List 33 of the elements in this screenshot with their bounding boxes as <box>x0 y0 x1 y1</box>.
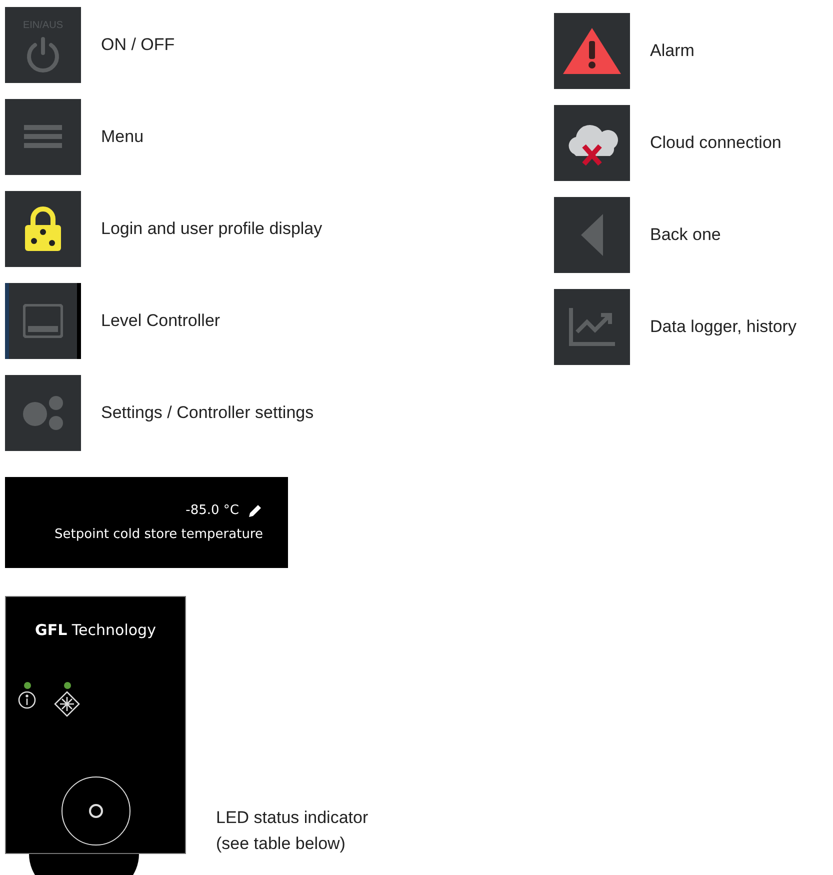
setpoint-display[interactable]: -85.0 °C Setpoint cold store temperature <box>5 477 288 568</box>
icon-description: Settings / Controller settings <box>101 402 314 424</box>
brand-logo: GFL Technology <box>35 620 156 641</box>
icon-description: Menu <box>101 126 144 148</box>
ring-button-icon <box>60 774 132 846</box>
icon-description: ON / OFF <box>101 34 175 56</box>
icon-tile[interactable] <box>5 283 81 359</box>
caption-line: (see table below) <box>216 832 346 854</box>
icon-description: Back one <box>650 224 721 246</box>
icon-description: Data logger, history <box>650 316 796 338</box>
icon-tile[interactable] <box>554 289 630 365</box>
pencil-icon <box>247 502 263 519</box>
icon-tile[interactable] <box>5 375 81 451</box>
icon-description: Cloud connection <box>650 132 782 154</box>
icon-tile[interactable] <box>554 13 630 89</box>
controller-icon <box>23 304 63 338</box>
snowflake-icon <box>54 690 80 716</box>
icon-tile[interactable] <box>5 99 81 175</box>
setpoint-value: -85.0 °C <box>186 502 239 520</box>
caption-line: LED status indicator <box>216 807 368 829</box>
icon-tile[interactable] <box>554 105 630 181</box>
icon-description: Alarm <box>650 40 694 62</box>
padlock-icon <box>23 206 63 252</box>
icon-description: Login and user profile display <box>101 218 322 240</box>
gears-icon <box>20 393 66 433</box>
icon-tile[interactable] <box>554 197 630 273</box>
chart-icon <box>569 308 615 346</box>
setpoint-label: Setpoint cold store temperature <box>54 526 263 544</box>
icon-tile[interactable] <box>5 191 81 267</box>
left-triangle-icon <box>581 214 603 256</box>
info-icon <box>18 690 36 708</box>
warning-icon <box>561 26 623 76</box>
icon-description: Level Controller <box>101 310 220 332</box>
